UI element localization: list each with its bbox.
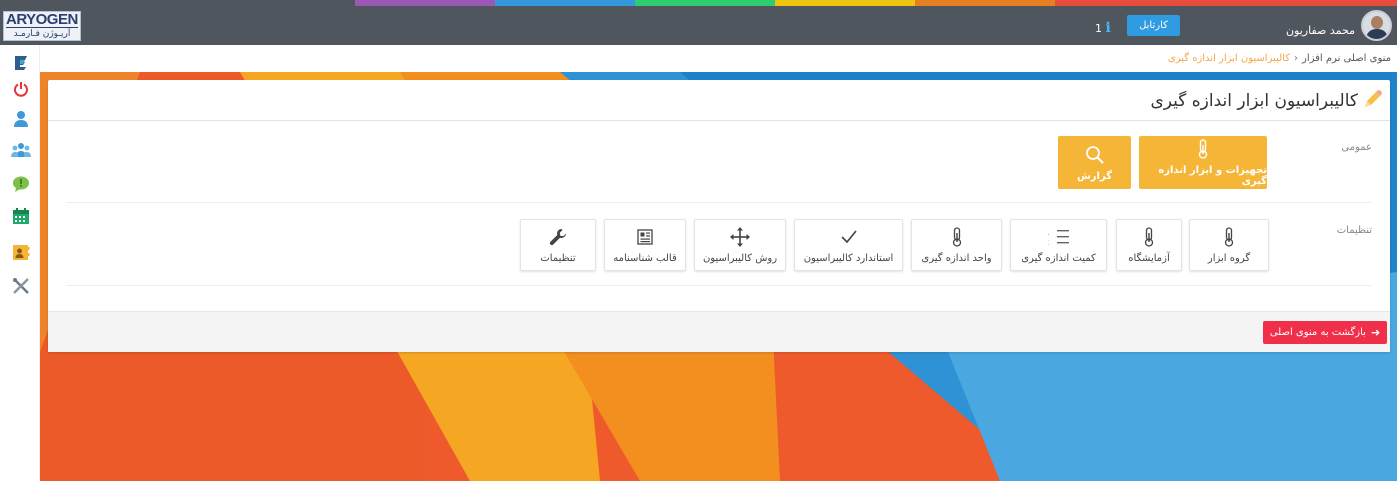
color-stripe — [0, 0, 1397, 6]
tools-icon[interactable] — [10, 275, 32, 297]
left-sidebar — [0, 45, 40, 481]
calendar-icon[interactable] — [10, 205, 32, 227]
section-label-settings: تنظیمات — [1336, 225, 1372, 236]
tile-label: گروه ابزار — [1207, 253, 1251, 264]
section-label-general: عمومی — [1341, 142, 1372, 153]
breadcrumb-bar: منوی اصلی نرم افزار ‹ کالیبراسیون ابزار ان… — [40, 45, 1397, 72]
tile-label: واحد اندازه گیری — [921, 253, 992, 264]
tile-calibration-standard[interactable]: استاندارد کالیبراسیون — [794, 219, 903, 271]
user-icon[interactable] — [10, 108, 32, 130]
section-divider — [66, 202, 1372, 203]
breadcrumb-home-link[interactable]: منوی اصلی نرم افزار — [1302, 53, 1391, 64]
company-logo[interactable]: ARYOGEN آریـوژن فـارمـد — [3, 11, 81, 41]
tile-label: روش کالیبراسیون — [702, 253, 778, 264]
thermometer-icon — [1197, 138, 1209, 160]
tile-measuring-equipment[interactable]: تجهیزات و ابزار اندازه گیری — [1139, 136, 1267, 189]
breadcrumb: منوی اصلی نرم افزار ‹ کالیبراسیون ابزار ان… — [1168, 53, 1391, 64]
tile-measurement-unit[interactable]: واحد اندازه گیری — [911, 219, 1002, 271]
info-icon: i — [1105, 20, 1111, 36]
tile-settings[interactable]: تنظیمات — [520, 219, 596, 271]
top-bar: ARYOGEN آریـوژن فـارمـد 1 i کارتابل محمد… — [0, 0, 1397, 45]
tile-report[interactable]: گزارش — [1058, 136, 1131, 189]
tile-tool-group[interactable]: گروه ابزار — [1189, 219, 1269, 271]
move-arrows-icon — [730, 226, 750, 248]
newspaper-icon — [636, 226, 654, 248]
tile-label: آزمایشگاه — [1128, 253, 1170, 264]
chevron-left-icon: ‹ — [1294, 53, 1298, 64]
tile-certificate-template[interactable]: قالب شناسنامه — [604, 219, 686, 271]
panel-footer: ➜ بازگشت به منوی اصلی — [48, 311, 1390, 352]
users-icon[interactable] — [10, 140, 32, 162]
cartable-button[interactable]: کارتابل — [1127, 15, 1180, 36]
power-icon[interactable] — [10, 78, 32, 100]
wrench-icon — [549, 226, 567, 248]
check-icon — [840, 226, 858, 248]
breadcrumb-current: کالیبراسیون ابزار اندازه گیری — [1167, 53, 1290, 64]
search-icon — [1085, 144, 1105, 166]
numbered-list-icon: 12 — [1048, 226, 1070, 248]
section-divider — [66, 285, 1372, 286]
page-title: کالیبراسیون ابزار اندازه گیری — [1150, 91, 1358, 111]
logo-text: ARYOGEN — [6, 11, 78, 28]
tile-measurement-quantity[interactable]: 12 کمیت اندازه گیری — [1010, 219, 1107, 271]
pencil-icon — [1362, 90, 1382, 113]
user-name[interactable]: محمد صفاریون — [1286, 24, 1355, 37]
avatar[interactable] — [1361, 10, 1392, 41]
tile-laboratory[interactable]: آزمایشگاه — [1116, 219, 1182, 271]
notification-count: 1 — [1095, 22, 1102, 35]
panel-header: کالیبراسیون ابزار اندازه گیری — [48, 80, 1390, 121]
svg-text:1: 1 — [1048, 228, 1049, 237]
tile-label: استاندارد کالیبراسیون — [803, 253, 894, 264]
thermometer-icon — [951, 226, 963, 248]
thermometer-icon — [1143, 226, 1155, 248]
tile-label: تجهیزات و ابزار اندازه گیری — [1158, 165, 1267, 187]
arrow-right-icon: ➜ — [1370, 326, 1381, 339]
back-button-label: بازگشت به منوی اصلی — [1269, 327, 1366, 338]
back-to-main-menu-button[interactable]: ➜ بازگشت به منوی اصلی — [1263, 321, 1387, 344]
logo-subtext: آریـوژن فـارمـد — [6, 27, 78, 40]
tile-label: گزارش — [1076, 170, 1113, 182]
tile-calibration-method[interactable]: روش کالیبراسیون — [694, 219, 786, 271]
tile-label: تنظیمات — [540, 253, 576, 264]
tile-label: کمیت اندازه گیری — [1021, 253, 1096, 264]
main-panel: کالیبراسیون ابزار اندازه گیری عمومی تجهی… — [48, 80, 1390, 352]
message-alert-icon[interactable] — [10, 173, 32, 195]
notification-info[interactable]: 1 i — [1095, 20, 1111, 36]
thermometer-icon — [1223, 226, 1235, 248]
svg-text:2: 2 — [1048, 238, 1049, 247]
app-logo-icon[interactable] — [10, 52, 32, 74]
contact-card-icon[interactable] — [10, 241, 32, 263]
tile-label: قالب شناسنامه — [613, 253, 677, 264]
